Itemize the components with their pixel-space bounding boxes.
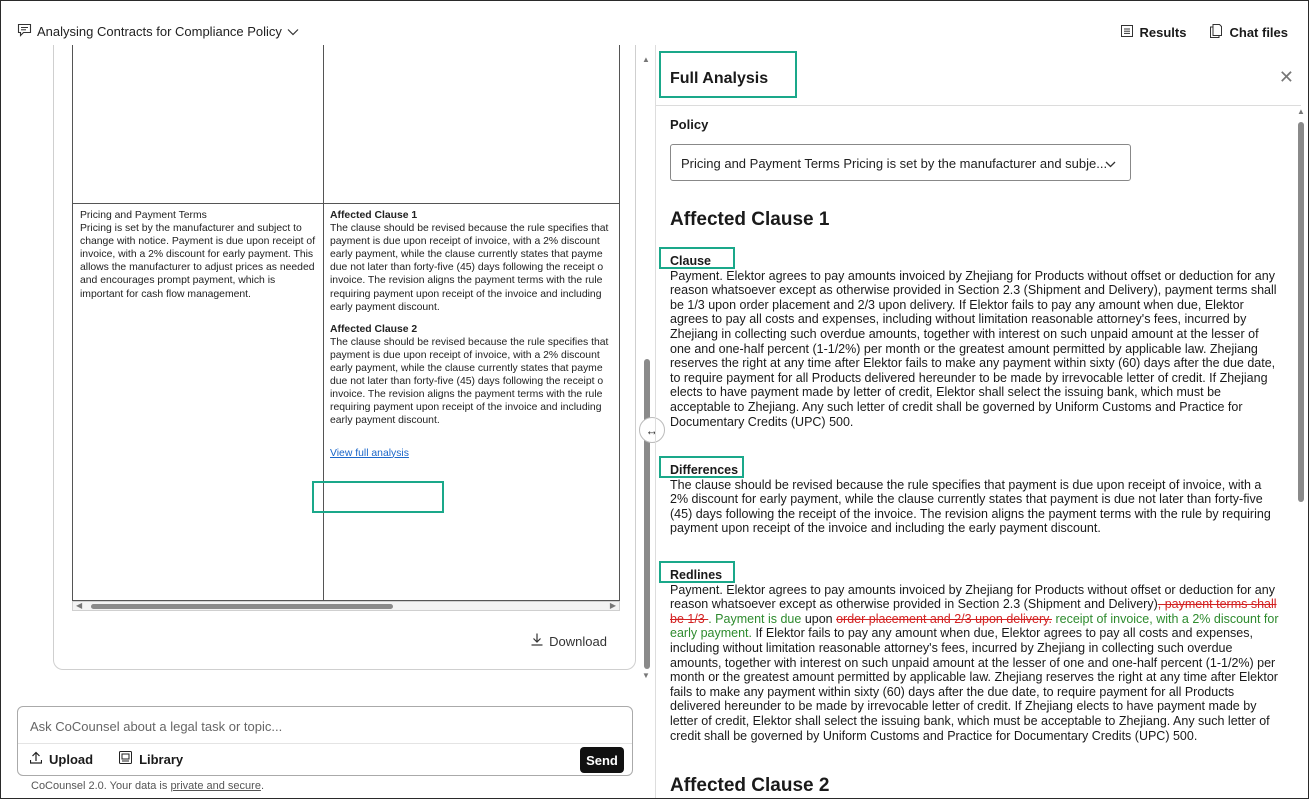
- full-analysis-panel: Full Analysis ✕ Policy Pricing and Payme…: [655, 45, 1308, 798]
- redlines-label: Redlines: [670, 568, 723, 582]
- chevron-down-icon: [287, 24, 299, 39]
- chat-files-button[interactable]: Chat files: [1210, 24, 1288, 41]
- affected-clause-1: Affected Clause 1: [670, 209, 1282, 230]
- download-icon: [531, 633, 543, 649]
- redline-insertion: . Payment is due: [708, 611, 805, 626]
- clause-summary-line: requiring payment upon receipt of the in…: [330, 288, 602, 300]
- clause-summary-line: payment is due upon receipt of invoice, …: [330, 236, 600, 248]
- clause-summary-line: due not later than forty-five (45) days …: [330, 262, 604, 274]
- policy-label: Policy: [670, 117, 709, 132]
- clause-summary-line: due not later than forty-five (45) days …: [330, 376, 604, 388]
- file-icon: [1210, 24, 1223, 41]
- policy-selected-value: Pricing and Payment Terms Pricing is set…: [681, 156, 1108, 171]
- policy-select[interactable]: Pricing and Payment Terms Pricing is set…: [670, 144, 1131, 181]
- privacy-link[interactable]: private and secure: [170, 780, 261, 792]
- send-button[interactable]: Send: [580, 747, 624, 773]
- clause-summary-line: payment is due upon receipt of invoice, …: [330, 349, 600, 361]
- redline-unchanged: If Elektor fails to pay any amount when …: [670, 626, 1278, 743]
- library-label: Library: [139, 751, 184, 767]
- download-button[interactable]: Download: [531, 633, 607, 649]
- title-highlight: [659, 51, 797, 98]
- horizontal-scrollbar[interactable]: ◀ ▶: [72, 601, 620, 611]
- close-icon[interactable]: ✕: [1279, 67, 1294, 88]
- upload-icon: [29, 751, 43, 767]
- chat-vertical-scrollbar[interactable]: ▲ ▼: [641, 45, 653, 685]
- affected-clause-2: Affected Clause 2: [670, 775, 1282, 796]
- chat-panel: Pricing and Payment Terms Pricing is set…: [1, 45, 641, 798]
- message-composer: Ask CoCounsel about a legal task or topi…: [17, 706, 633, 776]
- privacy-note-prefix: CoCounsel 2.0. Your data is: [31, 780, 171, 792]
- results-label: Results: [1139, 25, 1187, 40]
- results-table: Pricing and Payment Terms Pricing is set…: [72, 45, 620, 601]
- scroll-down-arrow-icon[interactable]: ▼: [642, 671, 650, 680]
- chevron-down-icon: [1105, 156, 1116, 171]
- privacy-note-suffix: .: [260, 780, 264, 792]
- results-table-card: Pricing and Payment Terms Pricing is set…: [53, 45, 636, 670]
- scroll-left-arrow-icon[interactable]: ◀: [76, 601, 82, 610]
- chat-title-text: Analysing Contracts for Compliance Polic…: [37, 24, 282, 39]
- upload-button[interactable]: Upload: [29, 751, 94, 767]
- clause-summary-1: Affected Clause 1 The clause should be r…: [330, 209, 619, 314]
- clause-summary-line: early payment, while the clause currentl…: [330, 249, 603, 261]
- clause-summary-line: invoice. The revision aligns the payment…: [330, 389, 603, 401]
- redlines-section: Redlines Payment. Elektor agrees to pay …: [670, 568, 1282, 743]
- top-bar: Analysing Contracts for Compliance Polic…: [1, 1, 1308, 45]
- panel-header-divider: [656, 105, 1301, 106]
- differences-section: Differences The clause should be revised…: [670, 463, 1282, 536]
- app-window: Analysing Contracts for Compliance Polic…: [0, 0, 1309, 799]
- view-full-analysis-link[interactable]: View full analysis: [330, 447, 409, 460]
- scroll-up-arrow-icon[interactable]: ▲: [1297, 107, 1305, 116]
- chat-title-dropdown[interactable]: Analysing Contracts for Compliance Polic…: [17, 23, 299, 40]
- clause-summary-line: requiring payment upon receipt of the in…: [330, 402, 602, 414]
- differences-label: Differences: [670, 463, 739, 477]
- chat-scrollbar-thumb[interactable]: [644, 359, 650, 669]
- clause-summary-line: The clause should be revised because the…: [330, 223, 609, 235]
- row-divider: [73, 203, 619, 204]
- composer-divider: [18, 743, 632, 744]
- view-link-highlight: [312, 481, 444, 513]
- clause-summary-title: Affected Clause 1: [330, 210, 418, 221]
- results-button[interactable]: Results: [1120, 24, 1187, 41]
- clause-summary-line: early payment discount.: [330, 415, 440, 427]
- clause-section: Clause Payment. Elektor agrees to pay am…: [670, 254, 1282, 429]
- chat-files-label: Chat files: [1229, 25, 1288, 40]
- library-button[interactable]: Library: [119, 751, 183, 767]
- clause-label: Clause: [670, 254, 711, 268]
- clause-summary-line: invoice. The revision aligns the payment…: [330, 275, 603, 287]
- clause-summary-title: Affected Clause 2: [330, 323, 418, 335]
- list-icon: [1120, 25, 1133, 40]
- analysis-scrollbar-thumb[interactable]: [1298, 122, 1304, 502]
- clause-summary-line: early payment, while the clause currentl…: [330, 363, 603, 375]
- table-cell-policy: Pricing and Payment Terms Pricing is set…: [80, 210, 316, 300]
- table-cell-clauses: Affected Clause 1 The clause should be r…: [330, 209, 619, 460]
- column-divider: [323, 45, 324, 600]
- redlines-text: Payment. Elektor agrees to pay amounts i…: [670, 583, 1282, 744]
- download-label: Download: [549, 633, 607, 649]
- message-input[interactable]: Ask CoCounsel about a legal task or topi…: [30, 719, 282, 734]
- redline-deletion: order placement and 2/3 upon delivery.: [836, 611, 1052, 626]
- clause-summary-line: early payment discount.: [330, 301, 440, 313]
- scroll-up-arrow-icon[interactable]: ▲: [642, 55, 650, 64]
- chat-bubble-icon: [17, 23, 32, 40]
- differences-text: The clause should be revised because the…: [670, 477, 1271, 536]
- horizontal-scrollbar-thumb[interactable]: [91, 604, 393, 609]
- clause-text: Payment. Elektor agrees to pay amounts i…: [670, 268, 1277, 429]
- clause-summary-line: The clause should be revised because the…: [330, 336, 609, 348]
- library-icon: [119, 751, 133, 767]
- redline-unchanged: upon: [804, 611, 837, 626]
- affected-clause-2-heading: Affected Clause 2: [670, 775, 830, 796]
- affected-clause-1-heading: Affected Clause 1: [670, 209, 830, 230]
- privacy-note: CoCounsel 2.0. Your data is private and …: [31, 780, 264, 792]
- upload-label: Upload: [49, 751, 94, 767]
- scroll-right-arrow-icon[interactable]: ▶: [610, 601, 616, 610]
- clause-summary-2: Affected Clause 2 The clause should be r…: [330, 323, 619, 428]
- analysis-vertical-scrollbar[interactable]: ▲: [1296, 105, 1306, 798]
